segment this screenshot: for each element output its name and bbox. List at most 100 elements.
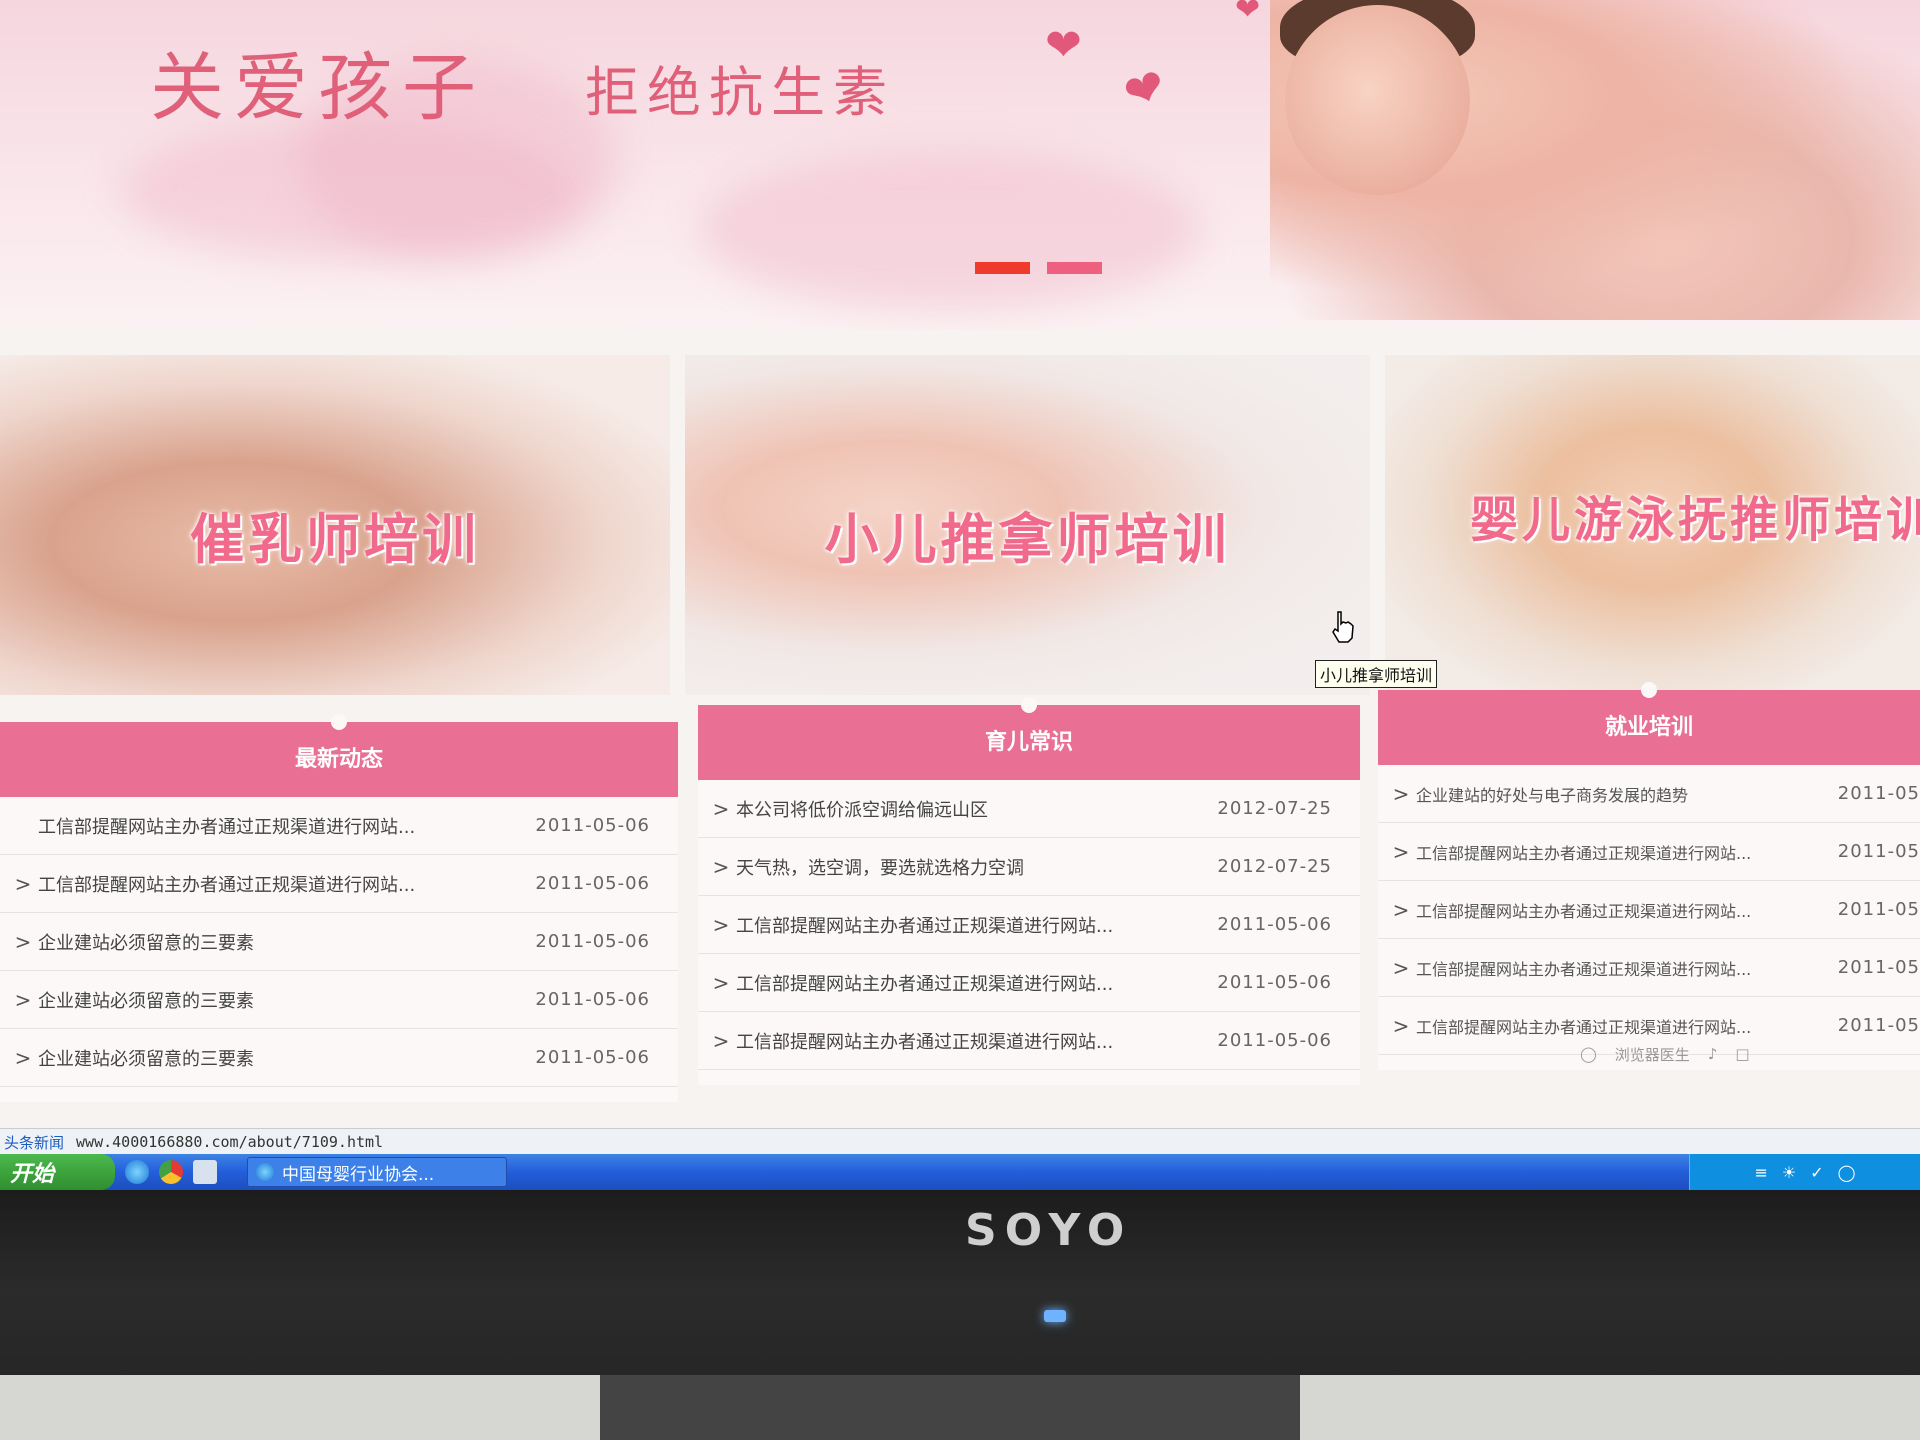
speaker-icon[interactable]: ♪ [1708,1045,1718,1063]
tile-infant-massage-training[interactable]: 小儿推拿师培训 [685,355,1370,695]
chevron-right-icon: > [1392,1013,1410,1038]
list-item[interactable]: > 企业建站必须留意的三要素 2011-05-06 [0,913,678,971]
chevron-right-icon: > [14,871,32,896]
start-button[interactable]: 开始 [0,1154,115,1190]
item-title[interactable]: 工信部提醒网站主办者通过正规渠道进行网站... [1416,898,1825,922]
tile-baby-swim-training[interactable]: 婴儿游泳抚推师培训 [1385,355,1920,695]
heart-icon: ❤ [1045,20,1082,71]
item-title[interactable]: 工信部提醒网站主办者通过正规渠道进行网站... [38,871,500,897]
list-item[interactable]: > 本公司将低价派空调给偏远山区 2012-07-25 [698,780,1360,838]
list-item[interactable]: > 工信部提醒网站主办者通过正规渠道进行网站... 2011-05 [1378,939,1920,997]
list-item[interactable]: > 工信部提醒网站主办者通过正规渠道进行网站... 2011-05-06 [0,855,678,913]
chevron-right-icon: > [712,796,730,821]
check-icon[interactable]: ✓ [1810,1163,1823,1182]
heart-icon: ❤ [1116,56,1174,124]
item-date: 2011-05-06 [535,989,650,1010]
banner-slogan: 关爱孩子 [150,45,486,131]
item-date: 2011-05-06 [535,931,650,952]
system-tray: ≡ ☀ ✓ ◯ [1689,1154,1920,1190]
taskbar-window-title: 中国母婴行业协会... [282,1164,435,1185]
shield-icon[interactable]: ◯ [1838,1163,1856,1182]
item-date: 2011-05 [1837,841,1920,862]
item-title[interactable]: 企业建站的好处与电子商务发展的趋势 [1416,782,1825,806]
banner-slogan-sub: 拒绝抗生素 [585,61,895,124]
slide-dot-2[interactable] [1047,262,1102,274]
list-item[interactable]: > 天气热，选空调，要选就选格力空调 2012-07-25 [698,838,1360,896]
item-title[interactable]: 天气热，选空调，要选就选格力空调 [736,854,1182,880]
item-title[interactable]: 工信部提醒网站主办者通过正规渠道进行网站... [1416,956,1825,980]
headline-news-label[interactable]: 头条新闻 [4,1132,64,1153]
item-date: 2011-05 [1837,1015,1920,1036]
window-icon[interactable]: □ [1735,1045,1749,1063]
item-title[interactable]: 本公司将低价派空调给偏远山区 [736,796,1182,822]
item-date: 2012-07-25 [1217,856,1332,877]
power-led [1044,1310,1066,1322]
taskbar-window-item[interactable]: 中国母婴行业协会... [247,1157,507,1187]
news-column-latest: 最新动态 工信部提醒网站主办者通过正规渠道进行网站... 2011-05-06 >… [0,714,678,1102]
list-item[interactable]: > 企业建站的好处与电子商务发展的趋势 2011-05 [1378,765,1920,823]
item-title[interactable]: 企业建站必须留意的三要素 [38,929,500,955]
item-date: 2011-05-06 [1217,1030,1332,1051]
desktop-icon[interactable] [193,1160,217,1184]
chevron-right-icon: > [1392,839,1410,864]
chevron-right-icon: > [14,1045,32,1070]
column-title[interactable]: 育儿常识 [698,697,1360,780]
column-title[interactable]: 最新动态 [0,714,678,797]
item-title[interactable]: 工信部提醒网站主办者通过正规渠道进行网站... [1416,840,1825,864]
ie-icon [256,1163,274,1181]
heart-icon: ❤ [1235,0,1261,27]
item-date: 2011-05 [1837,957,1920,978]
chevron-right-icon: > [712,854,730,879]
column-title[interactable]: 就业培训 [1378,682,1920,765]
item-title[interactable]: 企业建站必须留意的三要素 [38,987,500,1013]
item-date: 2011-05-06 [1217,914,1332,935]
item-title[interactable]: 工信部提醒网站主办者通过正规渠道进行网站... [1416,1014,1825,1038]
network-icon[interactable]: ≡ [1754,1163,1767,1182]
browser-doctor-label[interactable]: 浏览器医生 [1615,1044,1690,1065]
item-date: 2011-05-06 [535,815,650,836]
training-tiles: 催乳师培训 小儿推拿师培训 婴儿游泳抚推师培训 [0,355,1920,695]
ie-icon[interactable] [125,1160,149,1184]
baby-face [1285,5,1470,195]
brightness-icon[interactable]: ☀ [1782,1163,1796,1182]
list-item[interactable]: > 企业建站必须留意的三要素 2011-05-06 [0,1029,678,1087]
list-item[interactable]: > 工信部提醒网站主办者通过正规渠道进行网站... 2011-05-06 [698,954,1360,1012]
shield-icon[interactable]: ◯ [1580,1045,1597,1063]
banner-cloud [700,150,1200,310]
item-date: 2011-05-06 [535,873,650,894]
item-title[interactable]: 企业建站必须留意的三要素 [38,1045,500,1071]
tile-label: 婴儿游泳抚推师培训 [1470,492,1920,548]
browser-status-tools: ◯ 浏览器医生 ♪ □ [1580,1040,1920,1068]
chevron-right-icon: > [712,1028,730,1053]
item-date: 2011-05-06 [1217,972,1332,993]
item-title[interactable]: 工信部提醒网站主办者通过正规渠道进行网站... [38,813,500,839]
browser-status-bar: 头条新闻 www.4000166880.com/about/7109.html [0,1128,1920,1155]
tile-label: 小儿推拿师培训 [824,508,1231,571]
item-title[interactable]: 工信部提醒网站主办者通过正规渠道进行网站... [736,1028,1182,1054]
item-title[interactable]: 工信部提醒网站主办者通过正规渠道进行网站... [736,970,1182,996]
list-item[interactable]: > 工信部提醒网站主办者通过正规渠道进行网站... 2011-05 [1378,823,1920,881]
list-item[interactable]: > 企业建站必须留意的三要素 2011-05-06 [0,971,678,1029]
item-date: 2011-05 [1837,899,1920,920]
browser-icon[interactable] [159,1160,183,1184]
monitor-stand [600,1375,1300,1440]
list-item[interactable]: 工信部提醒网站主办者通过正规渠道进行网站... 2011-05-06 [0,797,678,855]
slide-dot-1[interactable] [975,262,1030,274]
tooltip: 小儿推拿师培训 [1315,660,1438,688]
list-item[interactable]: > 工信部提醒网站主办者通过正规渠道进行网站... 2011-05-06 [698,896,1360,954]
list-item[interactable]: > 工信部提醒网站主办者通过正规渠道进行网站... 2011-05 [1378,881,1920,939]
item-title[interactable]: 工信部提醒网站主办者通过正规渠道进行网站... [736,912,1182,938]
news-column-employment: 就业培训 > 企业建站的好处与电子商务发展的趋势 2011-05 > 工信部提醒网站主… [1378,682,1920,1070]
hero-banner[interactable]: 关爱孩子 拒绝抗生素 ❤ ❤ ❤ [0,0,1920,330]
list-item[interactable]: > 工信部提醒网站主办者通过正规渠道进行网站... 2011-05-06 [698,1012,1360,1070]
status-url: www.4000166880.com/about/7109.html [76,1133,384,1151]
item-date: 2011-05-06 [535,1047,650,1068]
chevron-right-icon: > [1392,781,1410,806]
tile-label: 催乳师培训 [190,508,480,571]
chevron-right-icon: > [1392,955,1410,980]
screen: 关爱孩子 拒绝抗生素 ❤ ❤ ❤ 催乳师培训 小儿推拿师培训 婴儿游泳抚推师培训… [0,0,1920,1190]
chevron-right-icon: > [1392,897,1410,922]
hand-cursor-icon [1332,611,1354,643]
chevron-right-icon: > [14,929,32,954]
tile-lactation-training[interactable]: 催乳师培训 [0,355,670,695]
